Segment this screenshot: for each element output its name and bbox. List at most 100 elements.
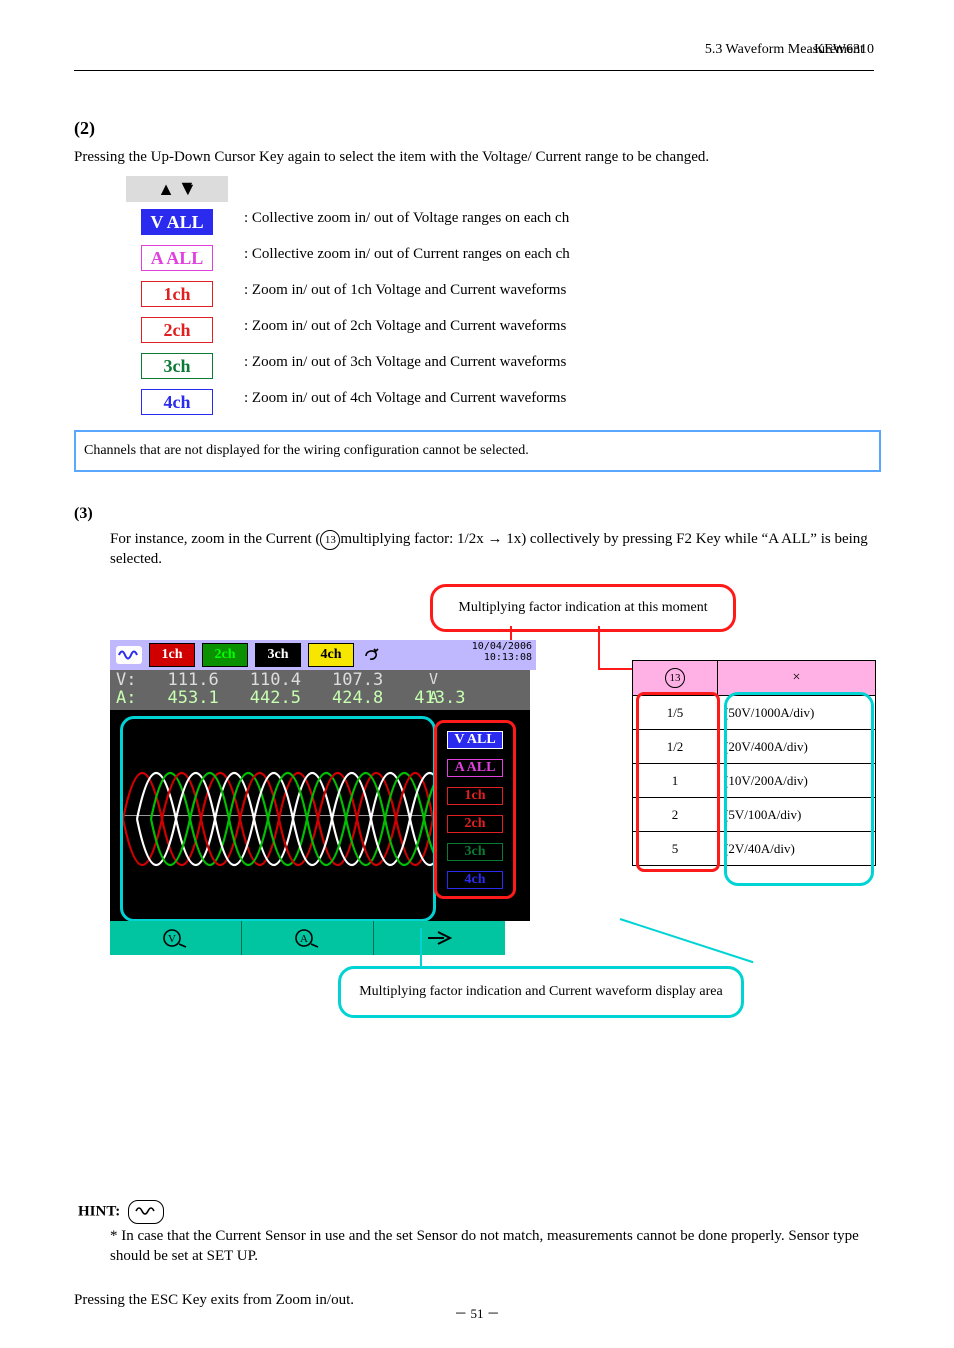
table-row: 1(10V/200A/div) — [633, 763, 875, 797]
table-row: 5(2V/40A/div) — [633, 831, 875, 865]
cell: 1 — [633, 763, 718, 797]
side-aall[interactable]: A ALL — [447, 759, 503, 777]
screenshot-corner — [505, 921, 530, 955]
step2-text: Pressing the Up-Down Cursor Key again to… — [74, 148, 854, 167]
triangle-up-icon: ▲ — [157, 179, 175, 200]
datetime: 10/04/2006 10:13:08 — [472, 641, 532, 663]
svg-text:A: A — [300, 933, 308, 945]
hint-heading: HINT: — [78, 1200, 168, 1224]
range-desc-4ch: : Zoom in/ out of 4ch Voltage and Curren… — [244, 390, 566, 407]
side-vall[interactable]: V ALL — [447, 731, 503, 749]
fkey-exit[interactable] — [374, 921, 505, 955]
range-item-4ch[interactable]: 4ch — [126, 386, 228, 418]
range-item-vall[interactable]: V ALL — [126, 206, 228, 238]
cell: (50V/1000A/div) — [718, 695, 875, 729]
step3-body: For instance, zoom in the Current (13mul… — [110, 530, 870, 570]
v-label: V: — [116, 670, 136, 690]
range-list-header: ▲ ▼▼ — [126, 176, 228, 202]
side-4ch[interactable]: 4ch — [447, 871, 503, 889]
side-1ch[interactable]: 1ch — [447, 787, 503, 805]
callout-multiplying-area: Multiplying factor indication and Curren… — [338, 966, 744, 1018]
a2: 442.5 — [229, 688, 301, 708]
step2-title: (2) — [74, 118, 95, 139]
time: 10:13:08 — [472, 652, 532, 663]
hint-body: * In case that the Current Sensor in use… — [110, 1226, 870, 1267]
triangle-down-icon: ▼▼ — [179, 179, 197, 200]
svg-text:V: V — [168, 933, 176, 945]
a3: 424.8 — [311, 688, 383, 708]
step3-title: (3) — [74, 505, 93, 523]
range-label: A ALL — [141, 245, 213, 271]
range-label: 3ch — [141, 353, 213, 379]
device-screenshot: 1ch 2ch 3ch 4ch 10/04/2006 10:13:08 V: 1… — [110, 640, 530, 955]
chapter-title: 5.3 Waveform Measurement — [74, 42, 864, 58]
table-header-col1: 13 — [633, 661, 718, 695]
note-box: Channels that are not displayed for the … — [74, 430, 881, 472]
leader-line — [420, 928, 422, 966]
fkey-v[interactable]: V — [110, 921, 242, 955]
range-item-2ch[interactable]: 2ch — [126, 314, 228, 346]
table-row: 2(5V/100A/div) — [633, 797, 875, 831]
header-rule — [74, 70, 874, 71]
callout-text: Multiplying factor indication at this mo… — [458, 600, 707, 616]
a1: 453.1 — [147, 688, 219, 708]
a-label: A: — [116, 688, 136, 708]
voltage-row: V: 111.6 110.4 107.3 — [116, 670, 465, 690]
cell: (10V/200A/div) — [718, 763, 875, 797]
v1: 111.6 — [147, 670, 219, 690]
cell: 5 — [633, 831, 718, 865]
cell: (5V/100A/div) — [718, 797, 875, 831]
date: 10/04/2006 — [472, 641, 532, 652]
tab-3ch[interactable]: 3ch — [255, 643, 301, 667]
table-header-col2: × — [718, 661, 875, 695]
range-item-1ch[interactable]: 1ch — [126, 278, 228, 310]
waveform-key-icon — [128, 1200, 164, 1224]
readout-bar: V: 111.6 110.4 107.3 V A: 453.1 442.5 42… — [110, 670, 530, 710]
range-label: 2ch — [141, 317, 213, 343]
cell: 2 — [633, 797, 718, 831]
range-select-list: ▲ ▼▼ V ALL A ALL 1ch 2ch 3ch 4ch — [126, 176, 228, 418]
leader-line — [620, 918, 754, 963]
range-side-panel: V ALL A ALL 1ch 2ch 3ch 4ch — [434, 720, 516, 899]
cell: (20V/400A/div) — [718, 729, 875, 763]
page-footer: － 51 － — [0, 1303, 954, 1322]
multiplying-table: 13 × 1/5(50V/1000A/div) 1/2(20V/400A/div… — [632, 660, 876, 866]
hint-label: HINT: — [78, 1203, 120, 1219]
callout-multiplying-now: Multiplying factor indication at this mo… — [430, 584, 736, 632]
waveform-plot — [120, 716, 436, 922]
side-2ch[interactable]: 2ch — [447, 815, 503, 833]
cell: 1/2 — [633, 729, 718, 763]
range-item-aall[interactable]: A ALL — [126, 242, 228, 274]
range-label: 4ch — [141, 389, 213, 415]
range-label: V ALL — [141, 209, 213, 235]
v2: 110.4 — [229, 670, 301, 690]
tab-2ch[interactable]: 2ch — [202, 643, 248, 667]
callout-text: Multiplying factor indication and Curren… — [359, 984, 723, 1000]
side-3ch[interactable]: 3ch — [447, 843, 503, 861]
v3: 107.3 — [311, 670, 383, 690]
unit-a: A — [429, 688, 438, 706]
table-row: 1/2(20V/400A/div) — [633, 729, 875, 763]
range-desc-2ch: : Zoom in/ out of 2ch Voltage and Curren… — [244, 318, 566, 335]
cell: (2V/40A/div) — [718, 831, 875, 865]
table-row: 1/5(50V/1000A/div) — [633, 695, 875, 729]
range-label: 1ch — [141, 281, 213, 307]
unit-v: V — [429, 670, 438, 688]
function-keys: V A — [110, 921, 505, 955]
leader-line — [598, 626, 600, 668]
tab-4ch[interactable]: 4ch — [308, 643, 354, 667]
cell: 1/5 — [633, 695, 718, 729]
plug-icon — [361, 644, 383, 666]
range-desc-3ch: : Zoom in/ out of 3ch Voltage and Curren… — [244, 354, 566, 371]
range-desc-vall: : Collective zoom in/ out of Voltage ran… — [244, 210, 569, 227]
table-header: 13 × — [633, 661, 875, 695]
circled-13-icon: 13 — [665, 668, 685, 688]
range-desc-aall: : Collective zoom in/ out of Current ran… — [244, 246, 570, 263]
tab-1ch[interactable]: 1ch — [149, 643, 195, 667]
range-desc-1ch: : Zoom in/ out of 1ch Voltage and Curren… — [244, 282, 566, 299]
step3-body-a: For instance, zoom in the Current ( — [110, 531, 320, 547]
range-item-3ch[interactable]: 3ch — [126, 350, 228, 382]
current-row: A: 453.1 442.5 424.8 413.3 — [116, 688, 465, 708]
fkey-a[interactable]: A — [242, 921, 374, 955]
waveform-icon — [116, 646, 142, 664]
